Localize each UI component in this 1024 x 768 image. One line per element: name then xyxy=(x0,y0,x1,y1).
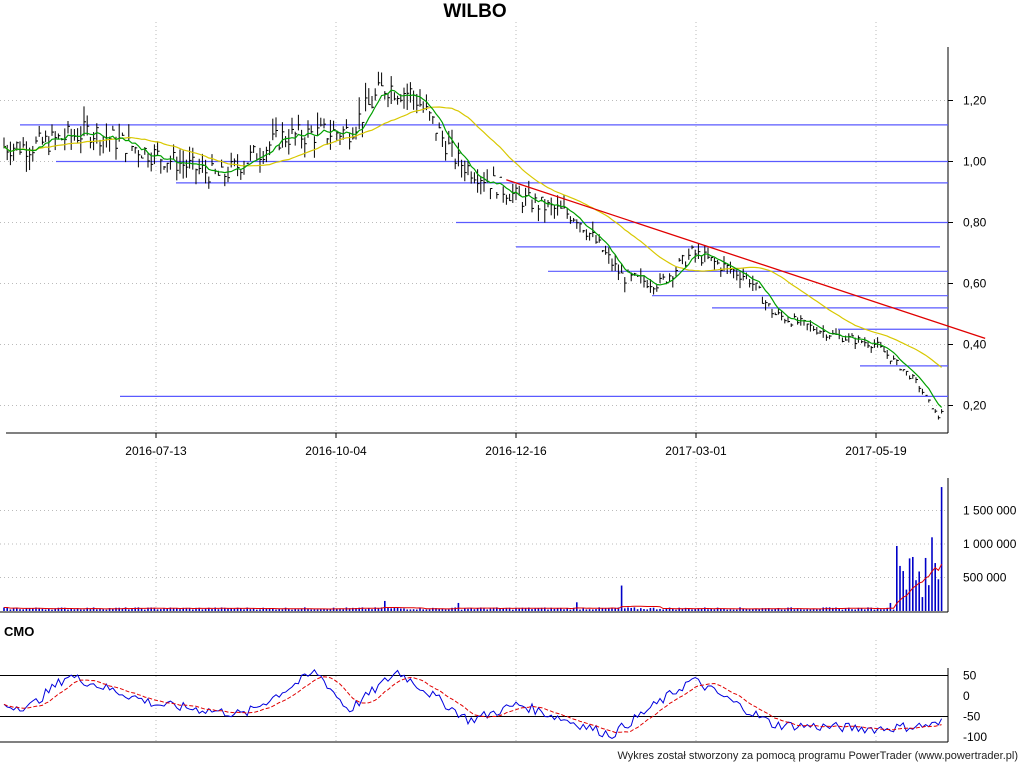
volume-y-tick-label: 1 000 000 xyxy=(963,537,1017,551)
volume-y-tick-label: 1 500 000 xyxy=(963,504,1017,518)
price-y-tick-label: 0,80 xyxy=(963,216,987,230)
x-tick-label: 2016-10-04 xyxy=(305,444,367,458)
price-y-tick-label: 0,40 xyxy=(963,338,987,352)
moving-average-long xyxy=(3,106,942,368)
price-y-tick-label: 1,20 xyxy=(963,94,987,108)
x-tick-label: 2016-07-13 xyxy=(125,444,187,458)
x-tick-label: 2017-03-01 xyxy=(665,444,727,458)
moving-average-short xyxy=(3,89,943,408)
cmo-y-tick-label: -50 xyxy=(963,710,981,724)
trend-line xyxy=(506,179,986,340)
chart-title: WILBO xyxy=(443,1,507,22)
cmo-y-tick-label: 0 xyxy=(963,689,970,703)
footer-credit: Wykres został stworzony za pomocą progra… xyxy=(617,750,1018,762)
x-tick-label: 2017-05-19 xyxy=(845,444,907,458)
cmo-line xyxy=(3,668,943,739)
price-y-tick-label: 0,60 xyxy=(963,277,987,291)
volume-average-line xyxy=(4,563,943,610)
cmo-panel-label: CMO xyxy=(4,624,35,639)
volume-y-tick-label: 500 000 xyxy=(963,571,1007,585)
cmo-y-tick-label: -100 xyxy=(963,730,987,744)
x-tick-label: 2016-12-16 xyxy=(485,444,547,458)
cmo-y-tick-label: 50 xyxy=(963,669,977,683)
price-y-tick-label: 1,00 xyxy=(963,155,987,169)
chart-canvas: 0,20 0,40 0,60 0,80 1,00 1,20 2016-07-13 2016-1… xyxy=(0,22,1017,744)
price-y-tick-label: 0,20 xyxy=(963,399,987,413)
